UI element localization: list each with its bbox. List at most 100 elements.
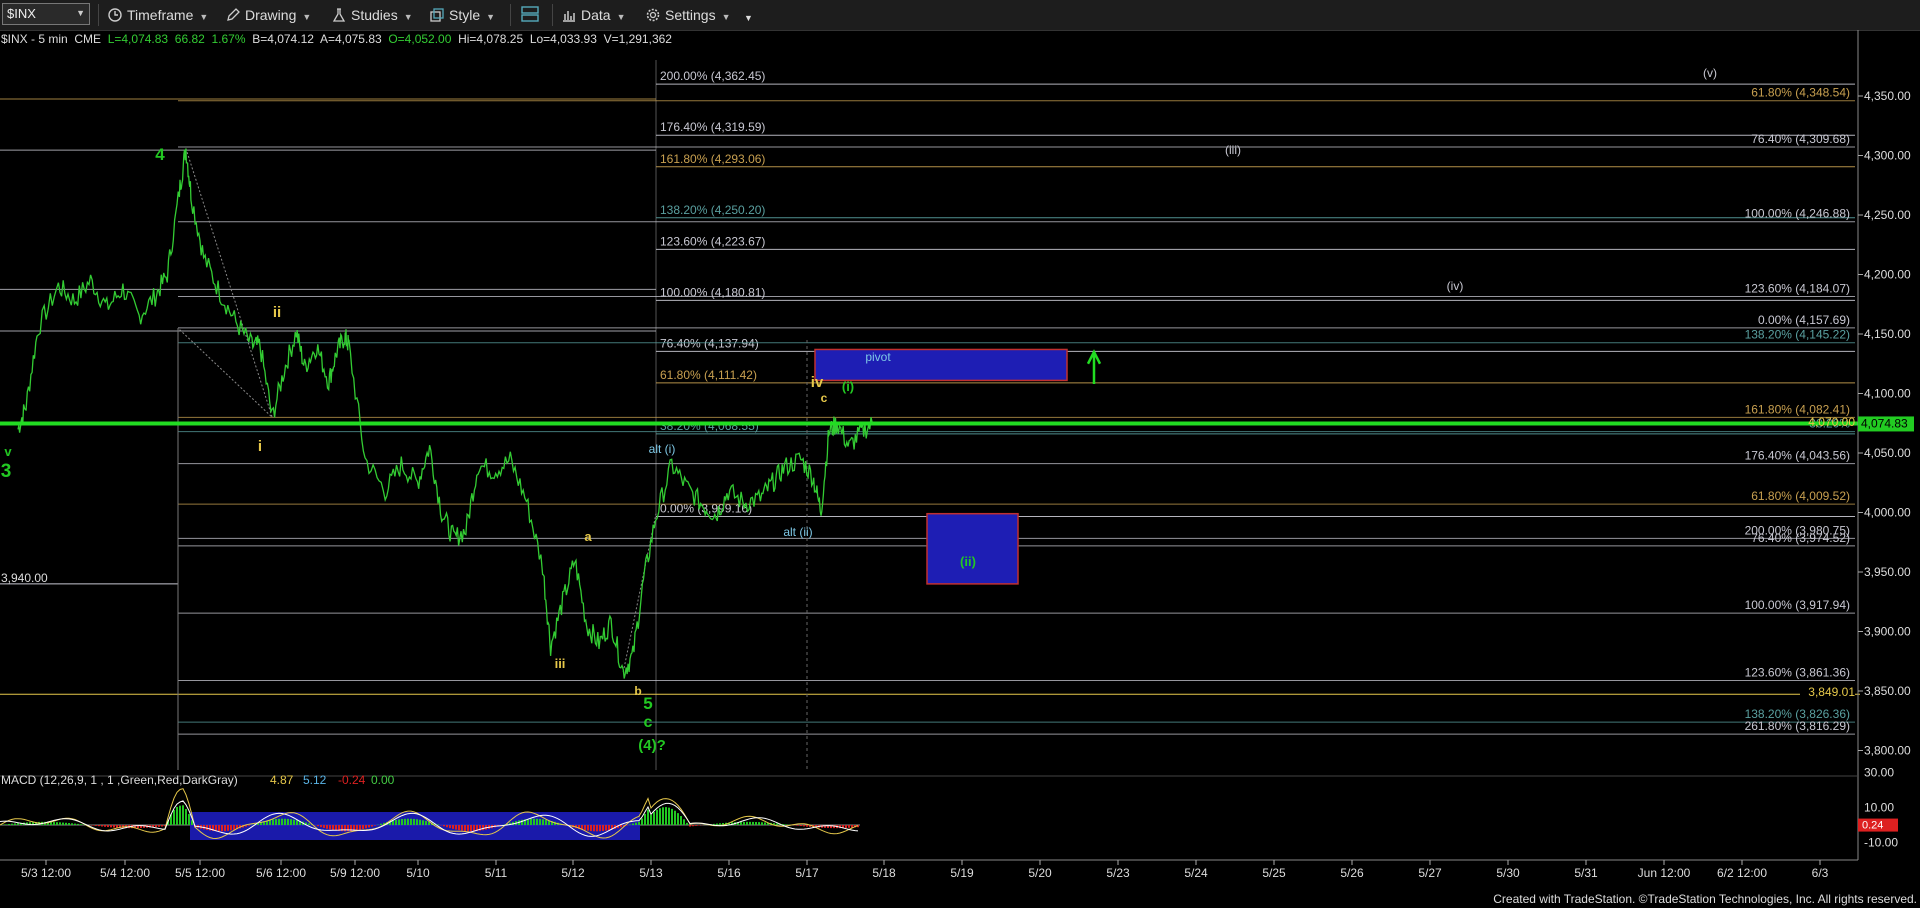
toolbar: $INX ▼ Timeframe ▼ Drawing ▼ Studies ▼ Styl… — [0, 0, 1920, 31]
fib-label: 100.00% (3,917.94) — [1745, 598, 1850, 612]
pivot-box — [814, 348, 1068, 382]
settings-label: Settings — [665, 7, 716, 23]
y-tick-label: 4,050.00 — [1864, 446, 1911, 460]
x-tick-label: 5/16 — [717, 866, 741, 880]
wave-label: iv — [811, 374, 824, 391]
y-tick-label: 4,100.00 — [1864, 387, 1911, 401]
fib-label: 176.40% (4,319.59) — [660, 120, 765, 134]
x-tick-label: 5/26 — [1340, 866, 1364, 880]
toolbar-separator — [98, 4, 99, 26]
drawing-label: Drawing — [245, 7, 297, 23]
fib-label: 176.40% (4,043.56) — [1745, 449, 1850, 463]
toolbar-separator — [510, 4, 511, 26]
x-tick-label: 5/27 — [1418, 866, 1442, 880]
toolbar-more-icon[interactable]: ▼ — [744, 8, 753, 28]
settings-menu[interactable]: Settings ▼ — [646, 5, 731, 25]
wave-label: alt (i) — [649, 442, 676, 456]
fib-label: 76.40% (4,137.94) — [660, 336, 759, 350]
chevron-down-icon: ▼ — [616, 12, 626, 22]
macd-value: 0.00 — [371, 773, 395, 787]
chevron-down-icon: ▼ — [199, 12, 209, 22]
chevron-down-icon: ▼ — [403, 12, 413, 22]
wave-label: (4)? — [638, 737, 666, 754]
y-tick-label: 4,200.00 — [1864, 268, 1911, 282]
wave-label: pivot — [865, 350, 891, 364]
x-tick-label: 5/24 — [1184, 866, 1208, 880]
fib-label: 123.60% (4,184.07) — [1745, 281, 1850, 295]
timeframe-label: Timeframe — [127, 7, 194, 23]
wave-label: 5 — [643, 694, 652, 713]
style-label: Style — [449, 7, 481, 23]
macd-tick-label: 10.00 — [1864, 801, 1894, 815]
drawing-menu[interactable]: Drawing ▼ — [226, 5, 311, 25]
data-label: Data — [581, 7, 611, 23]
timeframe-menu[interactable]: Timeframe ▼ — [108, 5, 208, 25]
fib-label: 76.40% (3,974.52) — [1751, 531, 1850, 545]
y-tick-label: 3,850.00 — [1864, 684, 1911, 698]
wave-label: (iii) — [1225, 143, 1241, 157]
macd-title: MACD (12,26,9, 1 , 1 ,Green,Red,DarkGray… — [1, 773, 238, 787]
data-menu[interactable]: Data ▼ — [562, 5, 626, 25]
bar-chart-icon — [563, 11, 575, 22]
wave-label: v — [4, 444, 12, 459]
wave-label: (i) — [842, 379, 854, 394]
x-tick-label: 5/3 12:00 — [21, 866, 71, 880]
price-series-line — [17, 148, 874, 679]
price-chart[interactable]: 200.00% (4,362.45) 176.40% (4,319.59) 161.… — [0, 30, 1920, 908]
x-tick-label: 5/13 — [639, 866, 663, 880]
fib-label: 61.80% (4,009.52) — [1751, 489, 1850, 503]
macd-value: -0.24 — [338, 773, 366, 787]
fib-label: 100.00% (4,180.81) — [660, 285, 765, 299]
clock-icon — [108, 8, 122, 22]
x-tick-label: 5/25 — [1262, 866, 1286, 880]
price-marker-label: 4,070.00 — [1808, 415, 1855, 429]
fib-label: 100.00% (4,246.88) — [1745, 207, 1850, 221]
x-tick-label: 5/31 — [1574, 866, 1598, 880]
chevron-down-icon: ▼ — [486, 12, 496, 22]
fib-label: 0.00% (4,157.69) — [1758, 313, 1850, 327]
chevron-down-icon: ▼ — [76, 8, 85, 18]
fib-label: 61.80% (4,111.42) — [660, 368, 757, 382]
fib-label: 123.60% (4,223.67) — [660, 234, 765, 248]
toolbar-separator — [552, 4, 553, 26]
chevron-down-icon: ▼ — [721, 12, 731, 22]
macd-tag-label: 0.24 — [1862, 820, 1883, 832]
x-tick-label: 5/11 — [485, 866, 508, 880]
x-tick-label: 5/19 — [950, 866, 974, 880]
layout-button[interactable] — [521, 5, 544, 25]
copyright-caption: Created with TradeStation. ©TradeStation… — [1493, 892, 1917, 906]
wave-label: (ii) — [960, 554, 976, 569]
symbol-input[interactable]: $INX ▼ — [2, 3, 90, 25]
studies-menu[interactable]: Studies ▼ — [332, 5, 413, 25]
x-tick-label: 5/9 12:00 — [330, 866, 380, 880]
wave-label: ii — [273, 304, 281, 321]
y-tick-label: 3,950.00 — [1864, 565, 1911, 579]
fib-label: 200.00% (4,362.45) — [660, 69, 765, 83]
fib-label: 38.20% (4,068.55) — [660, 419, 759, 433]
x-tick-label: 5/30 — [1496, 866, 1520, 880]
fib-label: 138.20% (4,250.20) — [660, 203, 765, 217]
y-tick-label: 4,300.00 — [1864, 149, 1911, 163]
wave-label: (v) — [1703, 66, 1717, 80]
x-tick-label: 5/20 — [1028, 866, 1052, 880]
pencil-icon — [227, 8, 240, 21]
up-arrow-icon — [1086, 349, 1102, 384]
wave-label: i — [258, 438, 262, 455]
macd-tick-label: 30.00 — [1864, 766, 1894, 780]
x-tick-label: 6/2 12:00 — [1717, 866, 1767, 880]
x-tick-label: 5/10 — [406, 866, 430, 880]
style-menu[interactable]: Style ▼ — [430, 5, 495, 25]
wave-label: c — [644, 714, 653, 731]
y-tick-label: 3,900.00 — [1864, 625, 1911, 639]
macd-tick-label: -10.00 — [1864, 836, 1898, 850]
fib-label: 138.20% (4,145.22) — [1745, 328, 1850, 342]
y-tick-label: 4,350.00 — [1864, 89, 1911, 103]
fib-label: 123.60% (3,861.36) — [1745, 665, 1850, 679]
x-tick-label: 5/4 12:00 — [100, 866, 150, 880]
studies-label: Studies — [351, 7, 398, 23]
macd-value: 5.12 — [303, 773, 327, 787]
target-box — [926, 512, 1019, 585]
x-tick-label: 5/17 — [795, 866, 819, 880]
fib-label: 261.80% (3,816.29) — [1745, 719, 1850, 733]
wave-label: (iv) — [1447, 279, 1464, 293]
